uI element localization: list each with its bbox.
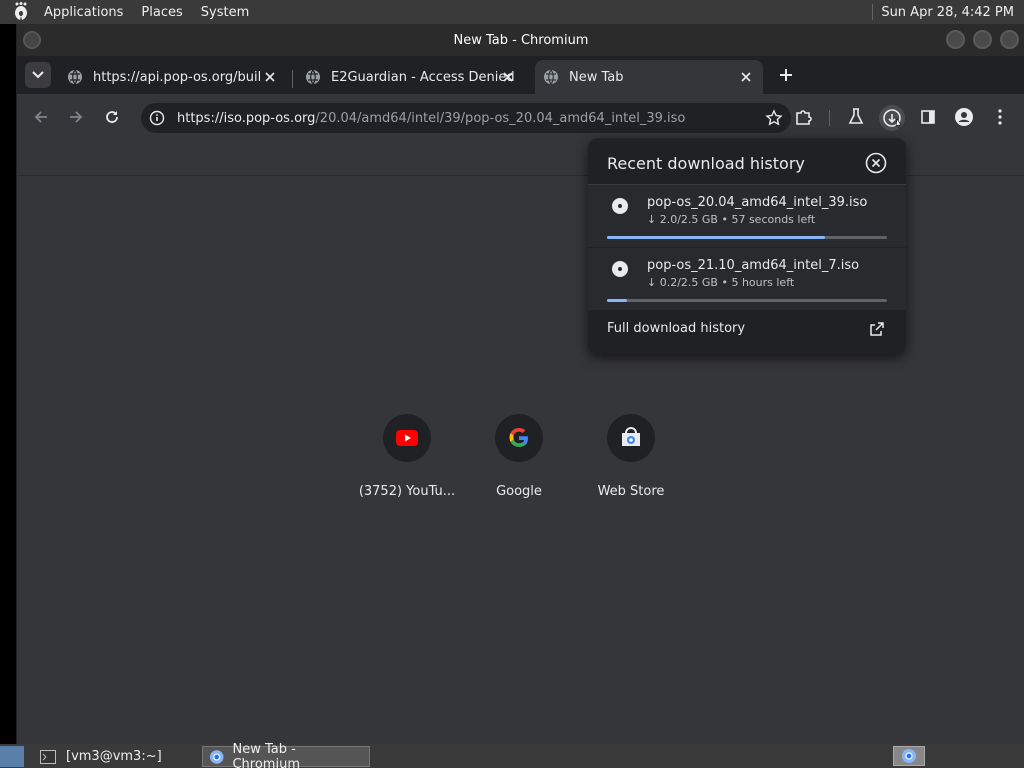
maximize-button[interactable] (973, 30, 992, 49)
url-text: https://iso.pop-os.org/20.04/amd64/intel… (177, 111, 685, 126)
download-progress-bar (607, 236, 887, 239)
kebab-menu-icon[interactable] (990, 107, 1010, 127)
window-menu-button[interactable] (23, 31, 41, 49)
gnome-foot-icon[interactable] (10, 1, 32, 23)
clock[interactable]: Sun Apr 28, 4:42 PM (881, 5, 1014, 20)
shortcut-google[interactable]: Google (469, 414, 569, 499)
shortcut-label: (3752) YouTu... (358, 484, 456, 499)
tab-strip: https://api.pop-os.org/builds/ E2Guardia… (17, 56, 1024, 94)
globe-icon (68, 69, 82, 85)
shortcut-label: Web Store (597, 484, 665, 499)
shortcut-label: Google (496, 484, 542, 499)
bottom-taskbar: [vm3@vm3:~] New Tab - Chromium (0, 742, 1024, 768)
download-progress-bar (607, 299, 887, 302)
menu-places[interactable]: Places (135, 5, 188, 20)
youtube-icon (383, 414, 431, 462)
globe-icon (544, 69, 558, 85)
profile-avatar-icon[interactable] (954, 107, 974, 127)
download-item[interactable]: pop-os_21.10_amd64_intel_7.iso ↓ 0.2/2.5… (588, 248, 906, 310)
taskbar-item-label: New Tab - Chromium (232, 741, 300, 768)
disc-file-icon (612, 198, 628, 214)
chevron-down-icon (32, 71, 44, 79)
site-info-icon[interactable] (149, 110, 165, 126)
new-tab-plus-icon[interactable] (777, 66, 795, 84)
bookmark-star-icon[interactable] (765, 109, 783, 127)
download-button[interactable] (879, 105, 905, 131)
menu-applications[interactable]: Applications (38, 5, 129, 20)
side-panel-icon[interactable] (918, 107, 938, 127)
taskbar-terminal[interactable]: [vm3@vm3:~] (34, 746, 168, 767)
url-path: /20.04/amd64/intel/39/pop-os_20.04_amd64… (315, 110, 686, 126)
show-desktop-icon[interactable] (0, 746, 24, 767)
download-item[interactable]: pop-os_20.04_amd64_intel_39.iso ↓ 2.0/2.… (588, 185, 906, 247)
reload-icon[interactable] (102, 107, 122, 127)
window-title: New Tab - Chromium (453, 32, 589, 48)
chromium-icon (209, 749, 224, 764)
address-bar[interactable]: https://iso.pop-os.org/20.04/amd64/intel… (141, 103, 791, 133)
download-bubble-title: Recent download history (607, 154, 805, 173)
taskbar-item-label: [vm3@vm3:~] (66, 749, 162, 764)
tab-new-tab[interactable]: New Tab (535, 60, 763, 94)
download-filename: pop-os_20.04_amd64_intel_39.iso (647, 195, 868, 210)
url-host: https://iso.pop-os.org (177, 110, 316, 126)
shortcut-youtube[interactable]: (3752) YouTu... (357, 414, 457, 499)
menu-system[interactable]: System (195, 5, 255, 20)
tab-api-pop-os[interactable]: https://api.pop-os.org/builds/ (61, 60, 287, 94)
tray-chromium-icon[interactable] (893, 746, 925, 766)
download-bubble: Recent download history pop-os_20.04_amd… (588, 138, 906, 354)
window-titlebar[interactable]: New Tab - Chromium (17, 24, 1024, 56)
download-status: ↓ 0.2/2.5 GB • 5 hours left (647, 276, 795, 289)
globe-icon (306, 69, 320, 85)
toolbar: https://iso.pop-os.org/20.04/amd64/intel… (17, 94, 1024, 140)
tab-search-button[interactable] (25, 62, 51, 88)
google-g-icon (495, 414, 543, 462)
close-icon[interactable] (501, 70, 515, 84)
terminal-icon (40, 749, 56, 764)
download-filename: pop-os_21.10_amd64_intel_7.iso (647, 258, 860, 273)
taskbar-chromium[interactable]: New Tab - Chromium (202, 742, 370, 768)
minimize-button[interactable] (946, 30, 965, 49)
disc-file-icon (612, 261, 628, 277)
labs-flask-icon[interactable] (846, 107, 866, 127)
tab-title: E2Guardian - Access Denied (331, 69, 515, 85)
web-store-icon (607, 414, 655, 462)
browser-window: New Tab - Chromium https://api.pop-os.or… (16, 24, 1024, 744)
forward-arrow-icon[interactable] (66, 107, 86, 127)
tab-title: New Tab (569, 69, 624, 85)
top-panel: Applications Places System Sun Apr 28, 4… (0, 0, 1024, 24)
extensions-puzzle-icon[interactable] (793, 107, 813, 127)
open-external-icon[interactable] (869, 321, 885, 337)
full-download-history-link[interactable]: Full download history (607, 321, 745, 336)
download-status: ↓ 2.0/2.5 GB • 57 seconds left (647, 213, 816, 226)
tab-title: https://api.pop-os.org/builds/ (93, 69, 261, 85)
shortcut-web-store[interactable]: Web Store (581, 414, 681, 499)
close-icon[interactable] (865, 152, 887, 174)
close-icon[interactable] (739, 70, 753, 84)
close-window-button[interactable] (1000, 30, 1019, 49)
close-icon[interactable] (263, 70, 277, 84)
download-icon (883, 109, 902, 129)
back-arrow-icon[interactable] (31, 107, 51, 127)
tab-e2guardian[interactable]: E2Guardian - Access Denied (299, 60, 525, 94)
